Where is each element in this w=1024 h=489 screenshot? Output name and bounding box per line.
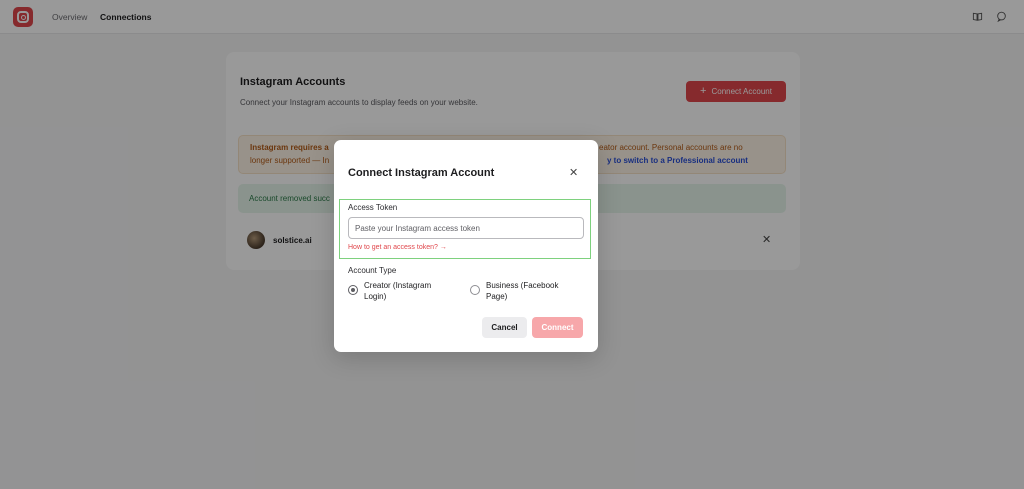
access-token-label: Access Token — [348, 203, 398, 212]
connect-account-modal: Connect Instagram Account ✕ Access Token… — [334, 140, 598, 352]
radio-creator[interactable] — [348, 285, 358, 295]
account-type-label: Account Type — [348, 266, 397, 275]
radio-business[interactable] — [470, 285, 480, 295]
access-token-help-link[interactable]: How to get an access token? → — [348, 244, 447, 251]
cancel-button[interactable]: Cancel — [482, 317, 527, 338]
radio-business-label[interactable]: Business (Facebook Page) — [486, 280, 571, 302]
connect-button[interactable]: Connect — [532, 317, 583, 338]
modal-title: Connect Instagram Account — [348, 167, 495, 179]
radio-creator-label[interactable]: Creator (Instagram Login) — [364, 280, 449, 302]
access-token-input[interactable] — [348, 217, 584, 239]
close-icon[interactable]: ✕ — [569, 166, 578, 179]
